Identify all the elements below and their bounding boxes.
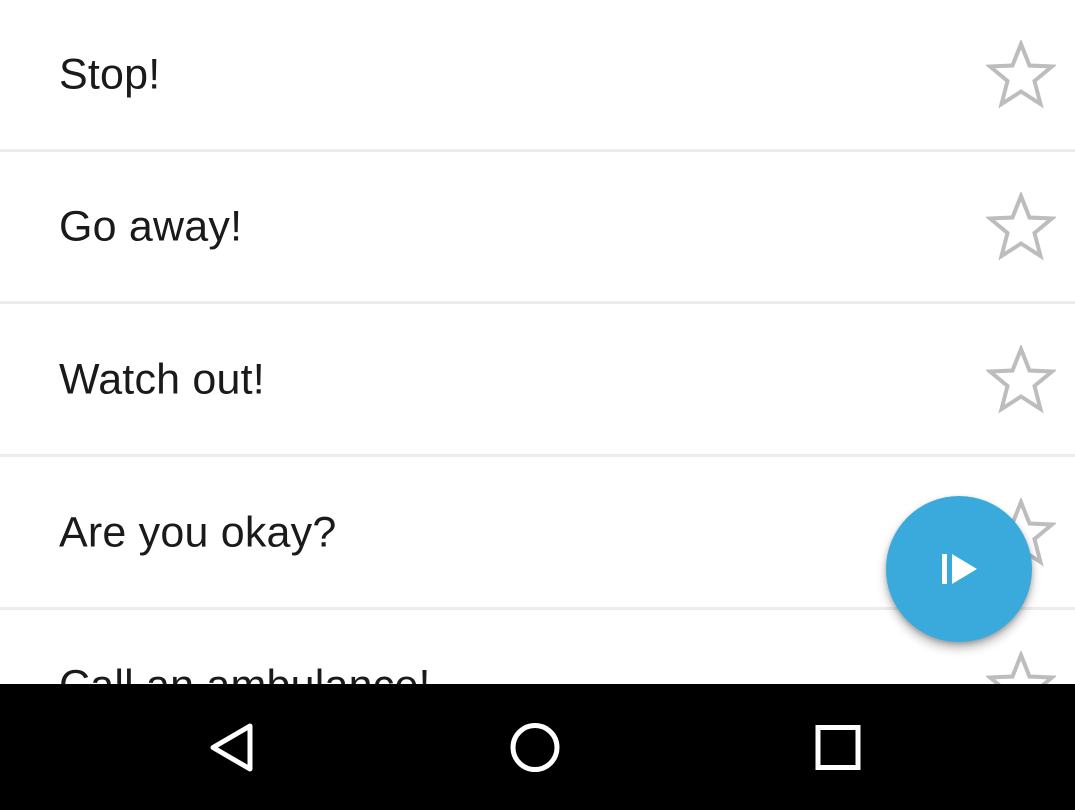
phrase-row-stop[interactable]: Stop! (0, 0, 1075, 152)
back-button[interactable] (188, 704, 278, 794)
phrase-label: Go away! (59, 202, 243, 250)
home-circle-icon (510, 723, 560, 772)
phrase-label: Call an ambulance! (59, 661, 431, 684)
play-icon (942, 554, 977, 584)
phrase-label: Watch out! (59, 355, 265, 403)
star-icon[interactable] (986, 650, 1056, 684)
phrase-label: Are you okay? (59, 508, 337, 556)
phrase-row-go-away[interactable]: Go away! (0, 152, 1075, 304)
phrase-row-watch-out[interactable]: Watch out! (0, 305, 1075, 457)
phrase-label: Stop! (59, 50, 161, 98)
system-nav-bar (0, 684, 1075, 810)
star-icon[interactable] (986, 191, 1056, 262)
star-icon[interactable] (986, 344, 1056, 415)
back-triangle-icon (210, 723, 253, 772)
recents-square-icon (815, 725, 861, 770)
play-fab-button[interactable] (886, 496, 1032, 642)
star-icon[interactable] (986, 39, 1056, 110)
home-button[interactable] (490, 704, 580, 794)
recents-button[interactable] (793, 704, 883, 794)
app-screen: Stop! Go away! Watch out! Are you okay? (0, 0, 1075, 810)
